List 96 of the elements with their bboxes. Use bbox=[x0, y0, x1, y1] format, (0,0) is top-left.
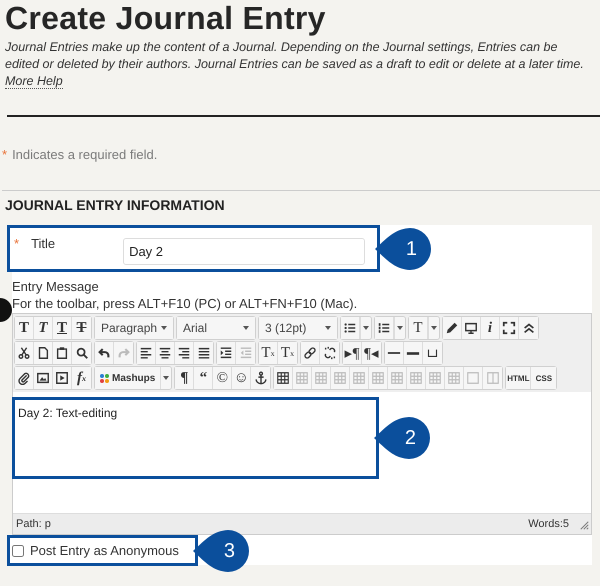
caret-icon bbox=[325, 326, 331, 330]
square-icon bbox=[466, 371, 480, 385]
align-left-icon bbox=[139, 346, 153, 360]
clipboard-icon bbox=[55, 346, 69, 360]
dropdown-caret-button[interactable] bbox=[160, 367, 172, 389]
table-icon bbox=[333, 371, 348, 385]
columns-icon bbox=[486, 371, 500, 385]
callout-badge: 2 bbox=[374, 417, 430, 459]
paperclip-icon bbox=[17, 371, 31, 385]
document-icon bbox=[36, 346, 50, 360]
format-dropdown[interactable]: 3 (12pt) bbox=[259, 317, 337, 339]
bullet-list-button[interactable] bbox=[341, 317, 360, 339]
image-icon bbox=[36, 371, 50, 385]
format-dropdown[interactable]: Arial bbox=[177, 317, 255, 339]
table-icon bbox=[371, 371, 386, 385]
format-dropdown[interactable]: Paragraph bbox=[95, 317, 173, 339]
format-button[interactable]: ▸¶ bbox=[343, 342, 362, 364]
align-right-icon bbox=[177, 346, 191, 360]
field-label: Title bbox=[31, 236, 56, 251]
thick-line-icon bbox=[406, 352, 420, 354]
title-input[interactable]: Day 2 bbox=[123, 238, 366, 265]
page-description: Journal Entries make up the content of a Journal. Depending on the Journal settings, Entries can be edited or deleted by their authors. Journal Entries can be saved as a draft to edit or delete at a later time. More Help bbox=[5, 39, 585, 90]
table-button[interactable] bbox=[274, 367, 294, 389]
path-label: Path: p bbox=[16, 518, 51, 530]
pen-button[interactable] bbox=[443, 317, 462, 339]
paperclip-button[interactable] bbox=[15, 367, 34, 389]
editor-text: Day 2: Text-editing bbox=[18, 406, 118, 420]
space-icon bbox=[427, 349, 438, 357]
broken-chain-icon bbox=[322, 346, 336, 360]
required-mark: * bbox=[14, 236, 20, 251]
checkbox-label: Post Entry as Anonymous bbox=[30, 543, 179, 558]
callout-badge: 3 bbox=[193, 530, 249, 572]
media-icon bbox=[55, 371, 69, 385]
dropdown-caret-button[interactable] bbox=[394, 317, 405, 339]
format-button[interactable]: T bbox=[409, 317, 428, 339]
dropdown-caret-button[interactable] bbox=[360, 317, 371, 339]
section-heading: JOURNAL ENTRY INFORMATION bbox=[5, 197, 225, 213]
align-left-button[interactable] bbox=[137, 342, 156, 364]
undo-icon bbox=[97, 346, 111, 360]
word-count: Words:5 bbox=[528, 518, 569, 530]
align-center-icon bbox=[158, 346, 172, 360]
thin-line-button[interactable] bbox=[385, 342, 404, 364]
image-button[interactable] bbox=[34, 367, 53, 389]
anchor-icon bbox=[254, 371, 268, 385]
indent-icon bbox=[219, 346, 233, 360]
monitor-button[interactable] bbox=[462, 317, 481, 339]
caret-icon bbox=[163, 376, 170, 380]
format-button[interactable]: T bbox=[15, 317, 34, 339]
chain-button[interactable] bbox=[301, 342, 320, 364]
field-label: Entry Message bbox=[12, 279, 99, 294]
toolbar-hint: For the toolbar, press ALT+F10 (PC) or ALT+FN+F10 (Mac). bbox=[12, 296, 358, 311]
help-link[interactable]: More Help bbox=[5, 74, 63, 89]
chain-icon bbox=[303, 346, 317, 360]
table-icon bbox=[276, 371, 290, 385]
dropdown-caret-button[interactable] bbox=[428, 317, 439, 339]
redo-icon bbox=[116, 346, 130, 360]
expand-icon bbox=[502, 321, 516, 335]
pen-icon bbox=[445, 321, 459, 335]
monitor-icon bbox=[464, 321, 478, 335]
thick-line-button[interactable] bbox=[404, 342, 423, 364]
table-icon bbox=[295, 371, 310, 385]
table-icon bbox=[428, 371, 442, 385]
table-icon bbox=[447, 371, 462, 385]
editor-content-area[interactable]: Day 2: Text-editing 2 bbox=[13, 392, 591, 513]
caret-icon bbox=[431, 326, 437, 330]
search-icon bbox=[74, 346, 88, 360]
numbered-list-icon bbox=[377, 321, 391, 335]
scissors-button[interactable] bbox=[15, 342, 34, 364]
page-title: Create Journal Entry bbox=[5, 0, 326, 36]
caret-icon bbox=[161, 326, 167, 330]
justify-icon bbox=[196, 346, 210, 360]
scissors-icon bbox=[17, 346, 31, 360]
caret-icon bbox=[243, 326, 249, 330]
media-button[interactable] bbox=[53, 367, 72, 389]
required-mark: * bbox=[2, 147, 8, 162]
indent-button[interactable] bbox=[217, 342, 236, 364]
caret-icon bbox=[363, 326, 369, 330]
callout-badge: 1 bbox=[375, 228, 431, 270]
format-button[interactable]: HTML bbox=[506, 367, 532, 389]
table-icon bbox=[390, 371, 404, 385]
numbered-list-button[interactable] bbox=[375, 317, 394, 339]
caret-icon bbox=[397, 326, 403, 330]
table-icon bbox=[352, 371, 366, 385]
bullet-list-icon bbox=[343, 321, 357, 335]
required-note: Indicates a required field. bbox=[12, 147, 158, 162]
expand-button[interactable] bbox=[500, 317, 519, 339]
table-icon bbox=[409, 371, 424, 385]
undo-button[interactable] bbox=[95, 342, 114, 364]
collapse-icon bbox=[522, 321, 536, 335]
format-button[interactable]: ¶ bbox=[175, 367, 194, 389]
format-button[interactable]: ¶◂ bbox=[362, 342, 381, 364]
table-icon bbox=[314, 371, 328, 385]
dots-icon bbox=[100, 374, 109, 382]
outdent-icon bbox=[238, 346, 252, 360]
anonymous-checkbox[interactable] bbox=[12, 544, 24, 556]
thin-line-icon bbox=[387, 352, 401, 354]
